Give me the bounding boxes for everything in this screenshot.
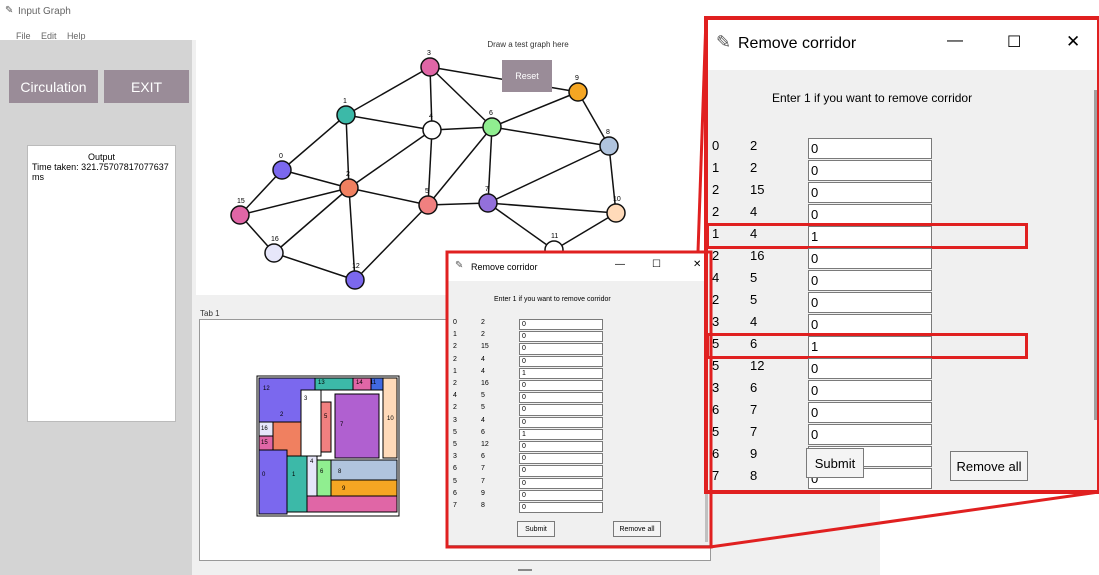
- callout-overlay: [445, 16, 1099, 549]
- callout-zoom-box: [704, 16, 1099, 494]
- callout-line-bottom: [709, 490, 1099, 549]
- callout-small-box: [445, 250, 713, 549]
